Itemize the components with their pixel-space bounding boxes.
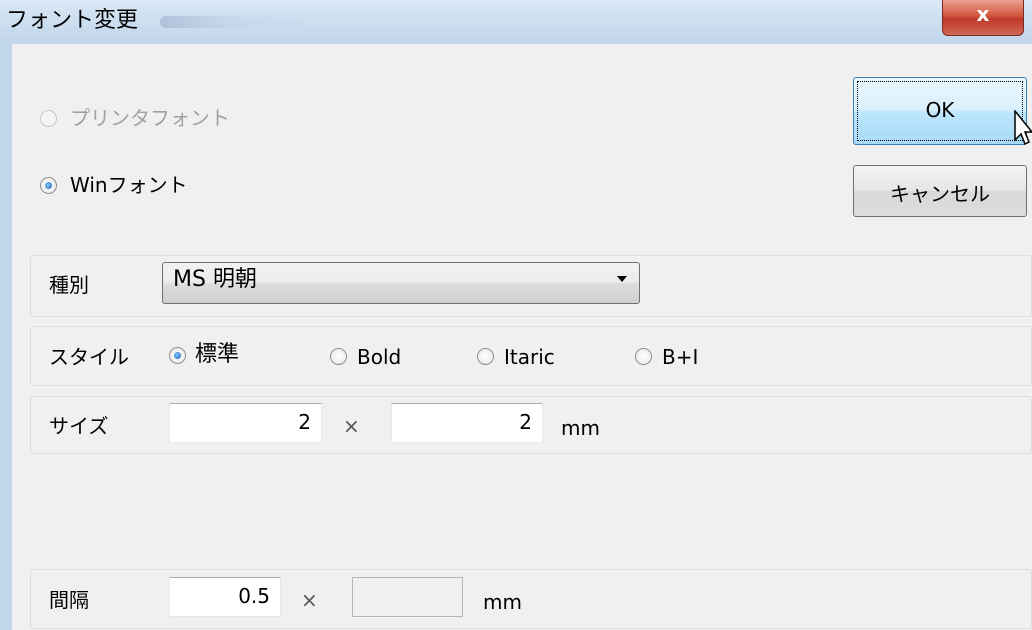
spacing-x-input[interactable]: 0.5 (169, 577, 281, 617)
size-separator: × (343, 414, 360, 438)
style-radio-bold-italic[interactable] (635, 348, 652, 365)
style-label: スタイル (49, 345, 129, 369)
win-font-label[interactable]: Winフォント (70, 173, 188, 197)
font-type-value: MS 明朝 (173, 267, 257, 292)
size-width-input[interactable]: 2 (169, 403, 322, 443)
style-radio-bold[interactable] (330, 348, 347, 365)
window-frame-left (0, 44, 12, 630)
spacing-unit: mm (483, 590, 522, 614)
style-option-bold-italic[interactable]: B+I (662, 345, 698, 369)
size-height-input[interactable]: 2 (391, 403, 543, 443)
size-row: サイズ 2 × 2 mm (30, 396, 1032, 454)
spacing-x-value: 0.5 (238, 584, 270, 608)
spacing-y-input[interactable] (352, 577, 463, 617)
mouse-cursor-icon (1014, 110, 1032, 146)
style-radio-italic[interactable] (477, 348, 494, 365)
window-title: フォント変更 (6, 8, 139, 33)
win-font-radio[interactable] (40, 177, 57, 194)
style-row: スタイル 標準 Bold Itaric B+I (30, 326, 1032, 386)
close-icon: x (976, 2, 990, 26)
title-bar[interactable]: フォント変更 x (0, 0, 1032, 44)
type-label: 種別 (49, 273, 89, 297)
spacing-row: 間隔 0.5 × mm (30, 569, 1032, 629)
style-option-bold[interactable]: Bold (357, 345, 401, 369)
cancel-button[interactable]: キャンセル (853, 165, 1027, 217)
size-label: サイズ (49, 414, 109, 438)
chevron-down-icon[interactable] (617, 276, 627, 282)
title-bar-blur (160, 16, 310, 28)
style-option-regular[interactable]: 標準 (195, 343, 239, 367)
style-option-italic[interactable]: Itaric (504, 345, 555, 369)
printer-font-label: プリンタフォント (70, 106, 230, 130)
font-type-select[interactable]: MS 明朝 (162, 262, 640, 304)
dialog-body: プリンタフォント Winフォント OK キャンセル 種別 MS 明朝 スタイル … (12, 44, 1032, 630)
printer-font-radio (40, 110, 57, 127)
spacing-separator: × (301, 588, 318, 612)
spacing-label: 間隔 (49, 588, 89, 612)
close-button[interactable]: x (942, 0, 1024, 36)
ok-button[interactable]: OK (853, 77, 1027, 145)
cancel-button-label: キャンセル (890, 182, 990, 206)
style-radio-regular[interactable] (169, 347, 186, 364)
size-width-value: 2 (298, 410, 311, 434)
type-row: 種別 MS 明朝 (30, 255, 1032, 317)
size-unit: mm (561, 416, 600, 440)
size-height-value: 2 (519, 410, 532, 434)
ok-button-label: OK (925, 98, 955, 122)
